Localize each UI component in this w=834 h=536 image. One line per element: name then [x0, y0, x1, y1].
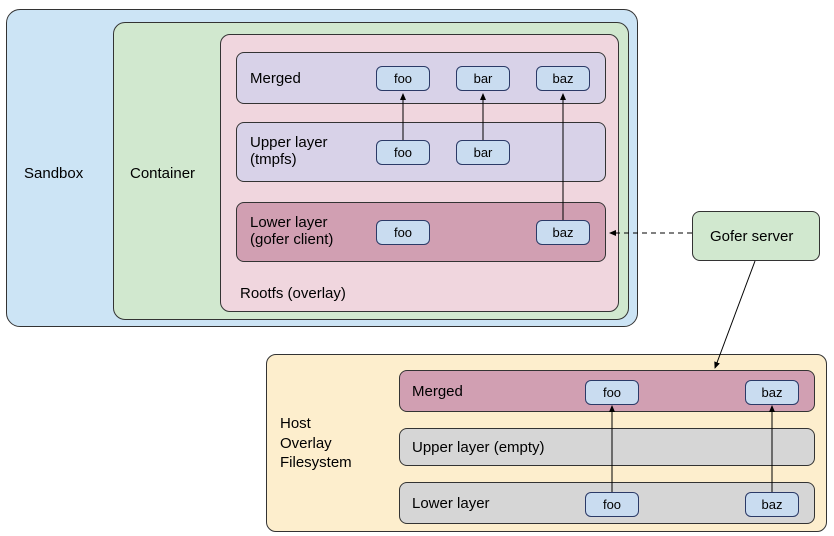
gofer-server-label: Gofer server: [710, 228, 793, 245]
host-lower-file-baz: baz: [745, 492, 799, 517]
host-merged-file-foo: foo: [585, 380, 639, 405]
lower-label: Lower layer (gofer client): [250, 214, 333, 248]
host-merged-label: Merged: [412, 383, 463, 400]
upper-file-bar: bar: [456, 140, 510, 165]
host-lower-file-foo: foo: [585, 492, 639, 517]
host-label: Host Overlay Filesystem: [280, 414, 352, 473]
rootfs-label: Rootfs (overlay): [240, 285, 346, 302]
host-upper-label: Upper layer (empty): [412, 439, 545, 456]
merged-label: Merged: [250, 70, 301, 87]
merged-file-bar: bar: [456, 66, 510, 91]
upper-file-foo: foo: [376, 140, 430, 165]
lower-file-foo: foo: [376, 220, 430, 245]
merged-file-foo: foo: [376, 66, 430, 91]
lower-file-baz: baz: [536, 220, 590, 245]
merged-file-baz: baz: [536, 66, 590, 91]
host-merged-file-baz: baz: [745, 380, 799, 405]
sandbox-label: Sandbox: [24, 165, 83, 182]
container-label: Container: [130, 165, 195, 182]
upper-label: Upper layer (tmpfs): [250, 134, 328, 168]
host-lower-label: Lower layer: [412, 495, 490, 512]
